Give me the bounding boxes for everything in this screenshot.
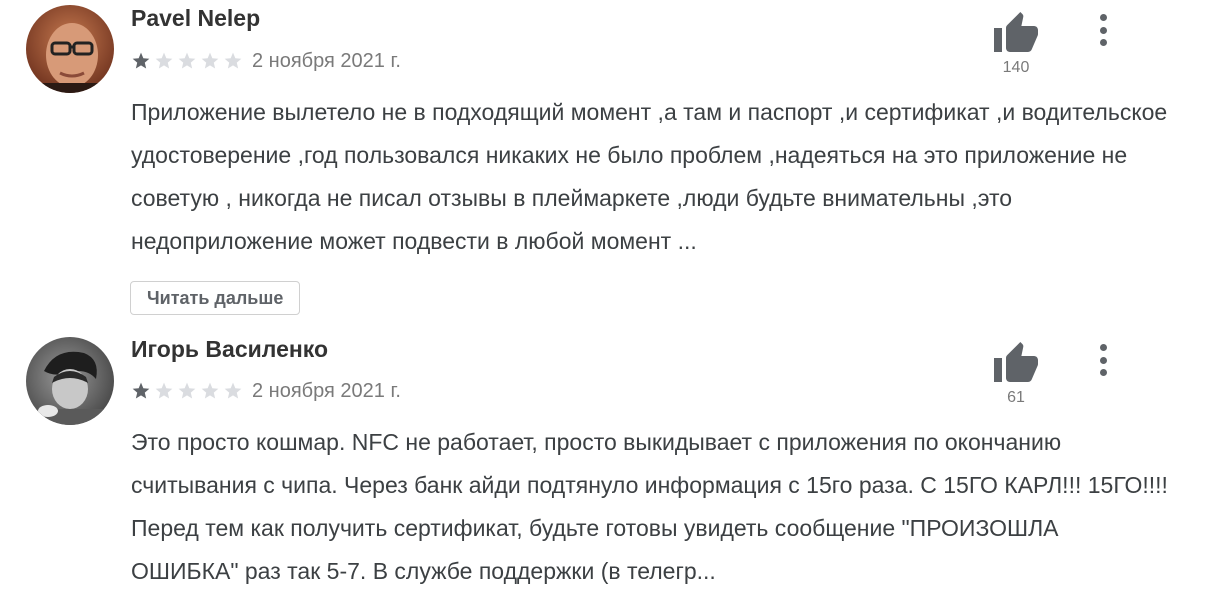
- thumbs-up-icon: [994, 12, 1038, 52]
- like-count: 140: [1002, 59, 1030, 76]
- rating-row: 2 ноября 2021 г.: [131, 48, 401, 74]
- author-name: Pavel Nelep: [131, 5, 261, 31]
- review-date: 2 ноября 2021 г.: [252, 379, 401, 402]
- review-date: 2 ноября 2021 г.: [252, 49, 401, 72]
- star-empty-icon: [155, 52, 173, 69]
- read-more-button[interactable]: Читать дальше: [130, 281, 301, 315]
- like-button[interactable]: [992, 10, 1040, 58]
- user-photo-icon: [26, 337, 114, 425]
- star-filled-icon: [132, 382, 150, 399]
- avatar: [26, 5, 114, 93]
- star-empty-icon: [224, 382, 242, 399]
- star-empty-icon: [155, 382, 173, 399]
- like-button[interactable]: [992, 340, 1040, 388]
- star-empty-icon: [224, 52, 242, 69]
- more-options-button[interactable]: [1088, 10, 1118, 50]
- star-empty-icon: [201, 52, 219, 69]
- more-options-button[interactable]: [1088, 340, 1118, 380]
- review-text: Приложение вылетело не в подходящий моме…: [131, 99, 1168, 254]
- star-rating: [131, 51, 243, 71]
- more-vert-icon: [1099, 344, 1107, 351]
- star-empty-icon: [178, 382, 196, 399]
- like-count: 61: [1007, 389, 1025, 406]
- review-text: Это просто кошмар. NFC не работает, прос…: [131, 429, 1168, 584]
- avatar: [26, 337, 114, 425]
- star-filled-icon: [132, 52, 150, 69]
- star-rating: [131, 381, 243, 401]
- user-photo-icon: [26, 5, 114, 93]
- more-vert-icon: [1099, 14, 1107, 21]
- thumbs-up-icon: [994, 342, 1038, 382]
- star-empty-icon: [178, 52, 196, 69]
- star-empty-icon: [201, 382, 219, 399]
- author-name: Игорь Василенко: [131, 336, 329, 362]
- rating-row: 2 ноября 2021 г.: [131, 378, 401, 404]
